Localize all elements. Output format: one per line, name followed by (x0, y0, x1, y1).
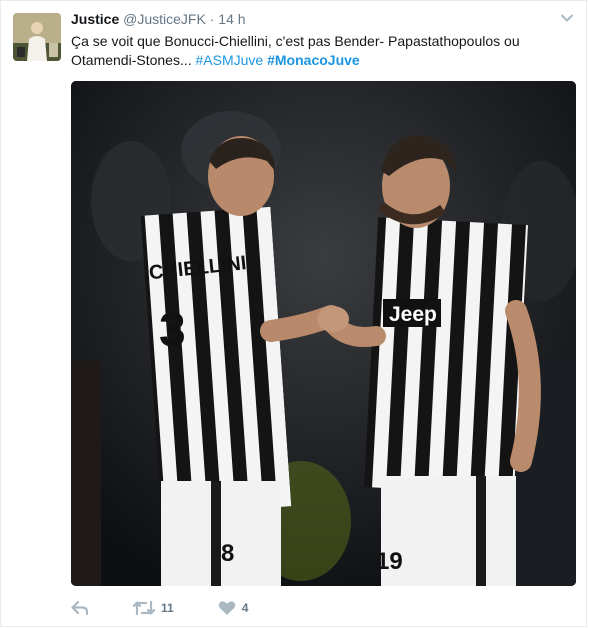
retweet-count: 11 (161, 601, 174, 615)
tweet-timestamp[interactable]: 14 h (218, 11, 245, 27)
author-name[interactable]: Justice (71, 11, 119, 27)
separator-dot: · (209, 11, 215, 27)
retweet-button[interactable]: 11 (133, 600, 174, 616)
chevron-down-icon[interactable] (560, 11, 574, 25)
photo-two-players-handshake: CHIELLINI 3 Jeep 19 8 (71, 81, 576, 586)
hashtag-asmjuve[interactable]: #ASMJuve (196, 52, 264, 68)
jersey-number-left: 3 (159, 304, 186, 357)
retweet-icon (133, 600, 155, 616)
reply-button[interactable] (71, 600, 89, 616)
tweet-actions: 11 4 (71, 597, 292, 619)
author-handle[interactable]: @JusticeJFK (123, 11, 206, 27)
avatar-image (13, 13, 61, 61)
tweet-photo[interactable]: CHIELLINI 3 Jeep 19 8 (71, 81, 576, 586)
svg-text:8: 8 (221, 540, 234, 567)
jersey-number-right: 19 (376, 548, 403, 575)
like-icon (218, 601, 235, 615)
tweet-card: Justice @JusticeJFK · 14 h Ça se voit qu… (0, 0, 587, 627)
hashtag-monacojuve[interactable]: #MonacoJuve (267, 52, 360, 68)
sponsor-logo-text: Jeep (389, 303, 437, 326)
like-count: 4 (241, 601, 249, 615)
avatar[interactable] (13, 13, 61, 61)
tweet-text: Ça se voit que Bonucci-Chiellini, c'est … (71, 32, 571, 70)
tweet-header: Justice @JusticeJFK · 14 h (71, 10, 246, 28)
like-button[interactable]: 4 (218, 600, 249, 616)
reply-icon (71, 600, 89, 616)
